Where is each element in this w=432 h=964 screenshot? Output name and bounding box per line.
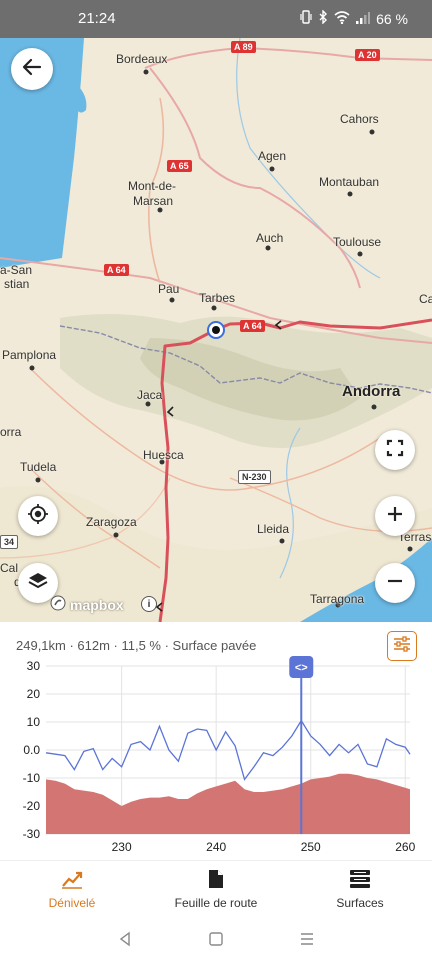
zoom-out-button[interactable] — [375, 563, 415, 603]
tab-elevation[interactable]: Dénivelé — [0, 861, 144, 918]
road-a65: A 65 — [167, 160, 192, 172]
bottom-tab-bar: Dénivelé Feuille de route Surfaces — [0, 860, 432, 918]
wifi-icon — [334, 10, 350, 27]
y-tick-label: -30 — [23, 827, 41, 841]
map-label-auch: Auch — [256, 231, 284, 245]
road-n230: N-230 — [238, 470, 271, 484]
map-label-carcassonne: Ca — [419, 292, 432, 306]
map-label-agen: Agen — [258, 149, 287, 163]
map-label-montauban: Montauban — [319, 175, 380, 189]
map-label-tudela: Tudela — [20, 460, 57, 474]
map-label-montdemarsan-1: Mont-de- — [128, 179, 177, 193]
back-button[interactable] — [11, 48, 53, 90]
crosshair-icon — [27, 503, 49, 530]
minus-icon — [386, 572, 404, 595]
mapbox-mark-icon — [50, 595, 66, 614]
map-view[interactable]: Bordeaux Cahors Agen Mont-de- Marsan Mon… — [0, 38, 432, 622]
y-tick-label: 0.0 — [23, 743, 40, 757]
tab-elevation-label: Dénivelé — [48, 896, 96, 910]
road-a64-west: A 64 — [104, 264, 129, 276]
map-label-toulouse: Toulouse — [333, 235, 382, 249]
recents-nav-icon[interactable] — [299, 931, 315, 952]
y-tick-label: 20 — [27, 687, 41, 701]
map-label-sansebastian-2: stian — [4, 277, 30, 291]
segment-summary: 249,1km · 612m · 11,5 % · Surface pavée — [16, 638, 257, 653]
map-label-andorra: Andorra — [342, 383, 401, 400]
map-label-pamplona: Pamplona — [2, 348, 57, 362]
sliders-icon — [393, 635, 411, 657]
map-label-zaragoza: Zaragoza — [86, 515, 137, 529]
map-label-sansebastian-1: a-San — [0, 263, 33, 277]
vibrate-icon — [300, 10, 312, 27]
x-tick-label: 260 — [395, 840, 415, 854]
tab-surfaces[interactable]: Surfaces — [288, 861, 432, 918]
road-a89: A 89 — [231, 41, 256, 53]
back-nav-icon[interactable] — [117, 931, 133, 952]
plus-icon — [386, 505, 404, 528]
elevation-chart[interactable]: 30 20 10 0.0 -10 -20 -30 230 240 250 260 <> — [0, 656, 432, 860]
map-label-andorra-edge: orra — [0, 425, 22, 439]
elevation-panel: 249,1km · 612m · 11,5 % · Surface pavée … — [0, 622, 432, 860]
map-label-bordeaux: Bordeaux — [116, 52, 168, 66]
map-label-pau: Pau — [158, 282, 180, 296]
zoom-in-button[interactable] — [375, 496, 415, 536]
road-a64-east: A 64 — [240, 320, 265, 332]
chart-cursor-handle-label: <> — [295, 662, 308, 674]
fullscreen-button[interactable] — [375, 430, 415, 470]
attribution-info-icon[interactable]: i — [141, 596, 157, 612]
y-tick-label: -20 — [23, 799, 41, 813]
road-a20: A 20 — [355, 49, 380, 61]
y-tick-label: -10 — [23, 771, 41, 785]
arrow-left-icon — [21, 56, 43, 83]
y-tick-label: 10 — [27, 715, 41, 729]
x-tick-label: 250 — [301, 840, 321, 854]
document-icon — [207, 869, 225, 892]
x-tick-label: 240 — [206, 840, 226, 854]
surfaces-icon — [349, 869, 371, 892]
tab-roadbook[interactable]: Feuille de route — [144, 861, 288, 918]
status-icons: 66 % — [300, 9, 408, 27]
fullscreen-icon — [386, 439, 404, 462]
elevation-area-series — [46, 773, 410, 834]
road-34: 34 — [0, 535, 19, 549]
map-label-lleida: Lleida — [257, 522, 290, 536]
locate-me-button[interactable] — [18, 496, 58, 536]
mapbox-wordmark: mapbox — [70, 596, 124, 613]
home-nav-icon[interactable] — [208, 931, 224, 952]
layers-icon — [27, 570, 49, 597]
tab-surfaces-label: Surfaces — [336, 896, 384, 910]
y-tick-label: 30 — [27, 659, 41, 673]
map-label-calatayud-1: Cal — [0, 561, 19, 575]
map-label-huesca: Huesca — [143, 448, 184, 462]
signal-icon — [356, 11, 371, 27]
map-label-jaca: Jaca — [137, 388, 163, 402]
system-nav-bar — [0, 918, 432, 964]
status-time: 21:24 — [78, 10, 116, 27]
bluetooth-icon — [318, 9, 328, 27]
map-label-montdemarsan-2: Marsan — [133, 194, 174, 208]
screen: 21:24 66 % Bordeaux Cahors Agen Mont-de-… — [0, 0, 432, 964]
battery-level: 66 % — [376, 10, 408, 27]
x-tick-label: 230 — [112, 840, 132, 854]
mapbox-logo[interactable]: mapbox — [50, 595, 124, 614]
status-bar: 21:24 66 % — [0, 0, 432, 38]
map-label-tarbes: Tarbes — [199, 291, 236, 305]
map-label-tarragona: Tarragona — [310, 592, 365, 606]
elevation-icon — [61, 869, 83, 892]
tab-roadbook-label: Feuille de route — [174, 896, 258, 910]
map-label-cahors: Cahors — [340, 112, 379, 126]
